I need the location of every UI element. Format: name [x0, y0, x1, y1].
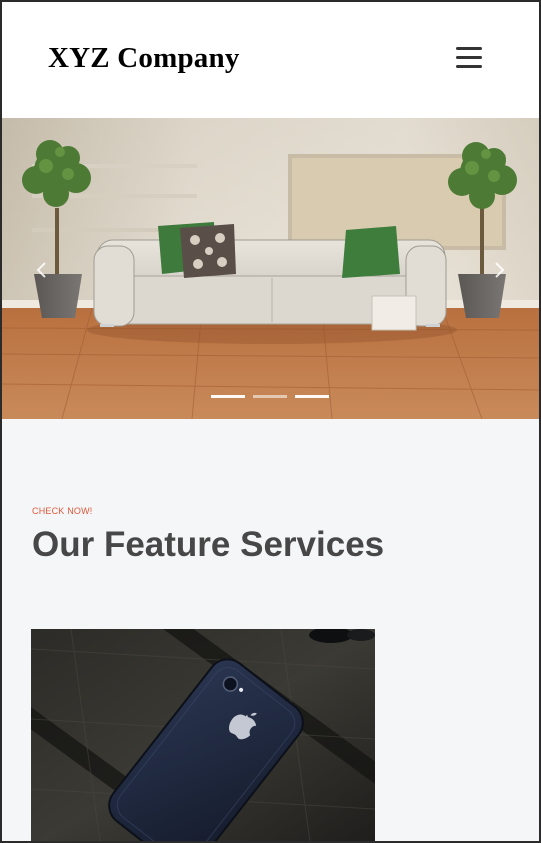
- hero-carousel: [2, 118, 539, 419]
- hamburger-menu-icon[interactable]: [454, 44, 484, 70]
- hero-image-living-room: [2, 118, 539, 419]
- menu-bar-bottom: [456, 65, 482, 68]
- brand-logo-text[interactable]: XYZ Company: [48, 42, 240, 75]
- phone-photo: [31, 629, 375, 841]
- feature-services-section: CHECK NOW! Our Feature Services: [2, 419, 539, 841]
- service-card-image-phone[interactable]: [31, 629, 375, 841]
- menu-bar-middle: [456, 56, 482, 59]
- chevron-left-icon[interactable]: [32, 258, 52, 282]
- page-frame: XYZ Company CHECK NOW! Our Feature Servi…: [0, 0, 541, 843]
- carousel-indicator-2[interactable]: [253, 395, 287, 398]
- section-title: Our Feature Services: [32, 525, 385, 564]
- carousel-indicator-3[interactable]: [295, 395, 329, 398]
- carousel-indicator-1[interactable]: [211, 395, 245, 398]
- site-header: XYZ Company: [2, 2, 539, 118]
- chevron-right-icon[interactable]: [489, 258, 509, 282]
- section-eyebrow: CHECK NOW!: [32, 506, 93, 516]
- menu-bar-top: [456, 47, 482, 50]
